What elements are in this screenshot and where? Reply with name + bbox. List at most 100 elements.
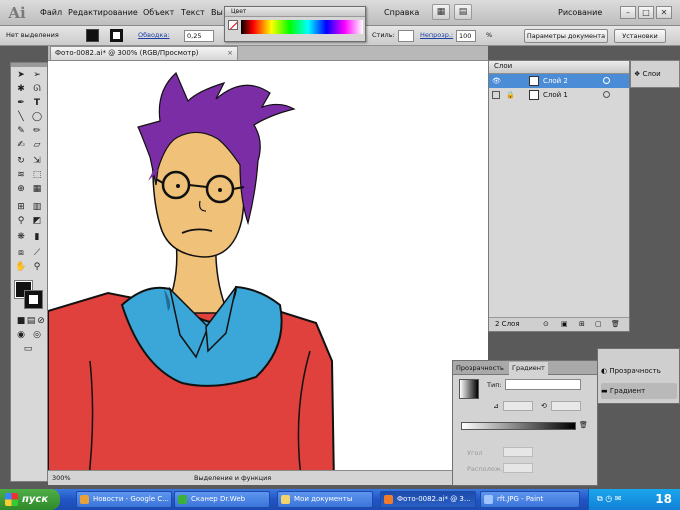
warp-tool-icon[interactable]: ≋ (14, 169, 28, 181)
menu-help[interactable]: Справка (384, 8, 419, 17)
stroke-swatch[interactable] (110, 29, 123, 42)
stroke-link[interactable]: Обводка: (138, 31, 170, 39)
document-settings-button[interactable]: Параметры документа (524, 29, 608, 43)
menu-object[interactable]: Объект (143, 8, 174, 17)
artboard-canvas[interactable] (48, 61, 488, 485)
transparency-tab[interactable]: Прозрачность (453, 362, 507, 375)
graph-tool-icon[interactable]: ▮ (30, 231, 44, 243)
workspace-switcher[interactable]: Рисование (558, 8, 602, 17)
opacity-stop-field[interactable] (503, 447, 533, 457)
eye-icon[interactable]: 👁 (492, 74, 501, 88)
clock[interactable]: 18 (655, 492, 672, 506)
zoom-level[interactable]: 300% (52, 471, 71, 485)
draw-normal-icon[interactable]: ◉ (14, 329, 28, 341)
eyedropper-icon[interactable]: ⚲ (14, 215, 28, 227)
perspective-grid-icon[interactable]: ▦ (30, 183, 44, 195)
stroke-weight-field[interactable]: 0,25 (184, 30, 214, 42)
opacity-link[interactable]: Непрозр.: (420, 31, 453, 39)
eraser-tool-icon[interactable]: ▱ (30, 139, 44, 151)
target-icon[interactable] (603, 77, 610, 84)
rotate-tool-icon[interactable]: ↻ (14, 155, 28, 167)
layer-row[interactable]: 👁 Слой 2 (489, 74, 629, 88)
zoom-tool-icon[interactable]: ⚲ (30, 261, 44, 273)
scale-tool-icon[interactable]: ⇲ (30, 155, 44, 167)
gradient-tab[interactable]: Градиент (509, 362, 548, 375)
close-button[interactable]: ✕ (656, 6, 672, 19)
free-transform-icon[interactable]: ⬚ (30, 169, 44, 181)
gradient-type-select[interactable] (505, 379, 581, 390)
direct-selection-tool-icon[interactable]: ➢ (30, 69, 44, 81)
symbol-sprayer-icon[interactable]: ❋ (14, 231, 28, 243)
delete-stop-icon[interactable]: 🗑 (579, 421, 588, 429)
color-panel-tab[interactable]: Цвет (225, 7, 365, 17)
target-icon[interactable] (603, 91, 610, 98)
layers-tab-title[interactable]: Слои (494, 62, 512, 70)
artboard-tool-icon[interactable]: ⧈ (14, 247, 28, 259)
location-field[interactable] (503, 463, 533, 473)
shape-builder-icon[interactable]: ⊕ (14, 183, 28, 195)
aspect-field[interactable] (551, 401, 581, 411)
taskbar-button-documents[interactable]: Мои документы (277, 491, 373, 508)
color-spectrum[interactable] (241, 20, 363, 34)
dock-transparency-button[interactable]: ◐ Прозрачность (601, 363, 677, 379)
pen-tool-icon[interactable]: ✒ (14, 97, 28, 109)
status-text[interactable]: Выделение и функция (194, 471, 271, 485)
pencil-tool-icon[interactable]: ✏ (30, 125, 44, 137)
new-layer-icon[interactable]: ▢ (595, 318, 602, 331)
blob-brush-icon[interactable]: ✍ (14, 139, 28, 151)
color-panel[interactable]: Цвет (224, 6, 366, 42)
bridge-icon[interactable]: ▦ (432, 4, 450, 20)
lock-icon[interactable]: 🔒 (506, 88, 515, 102)
menu-file[interactable]: Файл (40, 8, 62, 17)
taskbar-button-drweb[interactable]: Сканер Dr.Web (174, 491, 270, 508)
clipping-mask-icon[interactable]: ▣ (561, 318, 568, 331)
lasso-icon[interactable]: ᘏ (30, 83, 44, 95)
gradient-preview[interactable] (459, 379, 479, 399)
type-tool-icon[interactable]: T (30, 97, 44, 109)
close-tab-icon[interactable]: × (227, 47, 233, 60)
start-button[interactable]: пуск (0, 489, 60, 510)
dock-gradient-button[interactable]: ▬ Градиент (601, 383, 677, 399)
style-swatch[interactable] (398, 30, 414, 42)
stroke-color-icon[interactable] (24, 290, 43, 309)
layer-name[interactable]: Слой 2 (543, 74, 568, 88)
selection-tool-icon[interactable]: ➤ (14, 69, 28, 81)
minimize-button[interactable]: – (620, 6, 636, 19)
mesh-tool-icon[interactable]: ⊞ (14, 201, 28, 213)
layer-row[interactable]: 🔒 Слой 1 (489, 88, 629, 102)
draw-behind-icon[interactable]: ◎ (30, 329, 44, 341)
layer-name[interactable]: Слой 1 (543, 88, 568, 102)
arrange-icon[interactable]: ▤ (454, 4, 472, 20)
visibility-toggle-icon[interactable] (492, 91, 500, 99)
none-color-icon[interactable] (228, 20, 238, 30)
tray-icons[interactable]: ⧉ ◷ ✉ (597, 494, 621, 504)
document-tab[interactable]: Фото-0082.ai* @ 300% (RGB/Просмотр) × (50, 46, 238, 60)
magic-wand-icon[interactable]: ✱ (14, 83, 28, 95)
taskbar-button-paint[interactable]: rft.JPG - Paint (480, 491, 580, 508)
hand-tool-icon[interactable]: ✋ (14, 261, 28, 273)
angle-field[interactable] (503, 401, 533, 411)
brush-tool-icon[interactable]: ✎ (14, 125, 28, 137)
preferences-button[interactable]: Установки (614, 29, 666, 43)
locate-object-icon[interactable]: ⊙ (543, 318, 549, 331)
taskbar-button-illustrator[interactable]: Фото-0082.ai* @ 3... (380, 491, 476, 508)
toolbar-grip[interactable] (11, 63, 47, 67)
opacity-field[interactable]: 100 (456, 30, 476, 42)
none-mode-icon[interactable]: ⊘ (34, 315, 48, 327)
gradient-tool-icon[interactable]: ▥ (30, 201, 44, 213)
dock-layers-button[interactable]: ❖ Слои (634, 66, 678, 82)
maximize-button[interactable]: □ (638, 6, 654, 19)
slice-tool-icon[interactable]: ⟋ (30, 247, 44, 259)
menu-text[interactable]: Текст (181, 8, 205, 17)
delete-layer-icon[interactable]: 🗑 (611, 318, 620, 331)
gradient-slider[interactable] (461, 422, 576, 430)
line-tool-icon[interactable]: ╲ (14, 111, 28, 123)
menu-select[interactable]: Вы (211, 8, 223, 17)
taskbar-button-chrome[interactable]: Новости - Google C... (76, 491, 172, 508)
blend-tool-icon[interactable]: ◩ (30, 215, 44, 227)
ellipse-tool-icon[interactable]: ◯ (30, 111, 44, 123)
new-sublayer-icon[interactable]: ⊞ (579, 318, 585, 331)
menu-edit[interactable]: Редактирование (68, 8, 138, 17)
fill-swatch[interactable] (86, 29, 99, 42)
screen-mode-icon[interactable]: ▭ (21, 343, 35, 355)
